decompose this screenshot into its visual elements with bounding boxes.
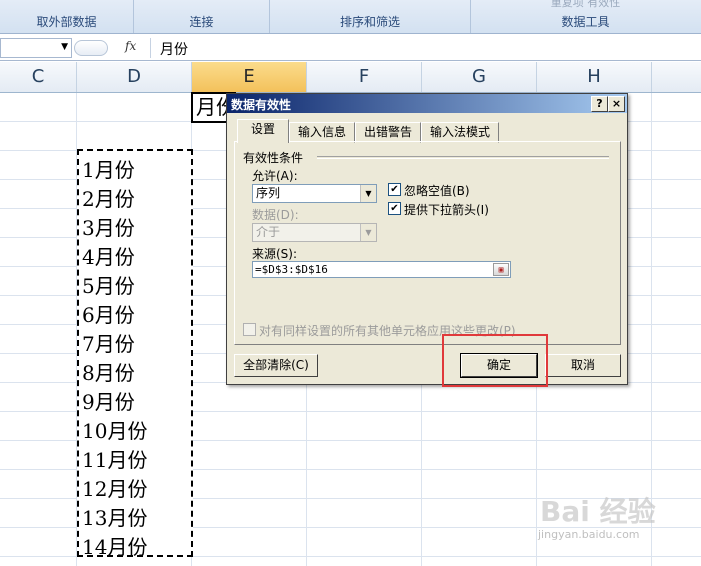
source-input[interactable]: =$D$3:$D$16 ▣ — [252, 261, 511, 278]
formula-bar-divider — [150, 38, 151, 58]
list-item[interactable]: 13月份 — [82, 502, 147, 531]
ribbon: 取外部数据 连接 排序和筛选 重复项 有效性 数据工具 — [0, 0, 701, 34]
list-item[interactable]: 14月份 — [82, 531, 147, 560]
dialog-title-bar[interactable]: 数据有效性 ? × — [227, 94, 627, 113]
copied-range[interactable]: 1月份 2月份 3月份 4月份 5月份 6月份 7月份 8月份 9月份 10月份… — [77, 149, 193, 560]
list-item[interactable]: 11月份 — [82, 444, 147, 473]
ribbon-group-data-tools[interactable]: 重复项 有效性 数据工具 — [471, 0, 700, 33]
ribbon-group-connections[interactable]: 连接 — [134, 0, 270, 33]
tab-ime-mode[interactable]: 输入法模式 — [421, 122, 499, 143]
ribbon-group-external-data[interactable]: 取外部数据 — [0, 0, 134, 33]
ignore-blank-checkbox[interactable]: ✔ — [388, 183, 401, 196]
source-input-value: =$D$3:$D$16 — [255, 263, 328, 276]
list-item[interactable]: 3月份 — [82, 212, 135, 241]
ribbon-faded-buttons: 重复项 有效性 — [550, 0, 621, 9]
list-item[interactable]: 12月份 — [82, 473, 147, 502]
allow-select[interactable]: 序列 ▼ — [252, 184, 377, 203]
allow-label: 允许(A): — [252, 169, 298, 183]
apply-all-checkbox — [243, 323, 256, 336]
allow-select-value: 序列 — [256, 186, 281, 200]
formula-bar: ▼ fx 月份 — [0, 36, 701, 61]
insert-function-icon[interactable]: fx — [125, 39, 136, 53]
column-header-e[interactable]: E — [192, 62, 307, 92]
tab-settings[interactable]: 设置 — [237, 119, 289, 143]
column-header-g[interactable]: G — [422, 62, 537, 92]
formula-bar-handle[interactable] — [74, 40, 108, 56]
list-item[interactable]: 9月份 — [82, 386, 135, 415]
source-label: 来源(S): — [252, 247, 298, 261]
help-button[interactable]: ? — [591, 96, 608, 112]
ribbon-group-label: 取外部数据 — [36, 15, 97, 29]
in-cell-dropdown-checkbox[interactable]: ✔ — [388, 202, 401, 215]
list-item[interactable]: 10月份 — [82, 415, 147, 444]
ribbon-group-label: 连接 — [189, 15, 214, 29]
validation-criteria-title: 有效性条件 — [243, 151, 304, 165]
list-item[interactable]: 5月份 — [82, 270, 135, 299]
annotation-highlight-box — [442, 334, 548, 387]
in-cell-dropdown-label[interactable]: 提供下拉箭头(I) — [404, 201, 489, 218]
data-label: 数据(D): — [252, 208, 299, 222]
list-item[interactable]: 4月份 — [82, 241, 135, 270]
list-item[interactable]: 1月份 — [82, 154, 135, 183]
data-select-value: 介于 — [256, 225, 281, 239]
tab-input-message[interactable]: 输入信息 — [289, 122, 355, 143]
column-header-f[interactable]: F — [307, 62, 422, 92]
collapse-dialog-icon[interactable]: ▣ — [493, 263, 509, 276]
close-button[interactable]: × — [608, 96, 625, 112]
column-headers: C D E F G H — [0, 62, 701, 93]
watermark-url: jingyan.baidu.com — [538, 528, 640, 541]
dialog-title: 数据有效性 — [231, 98, 292, 112]
list-item[interactable]: 8月份 — [82, 357, 135, 386]
list-item[interactable]: 2月份 — [82, 183, 135, 212]
name-box[interactable]: ▼ — [0, 38, 72, 58]
column-header-d[interactable]: D — [77, 62, 192, 92]
ribbon-group-label: 排序和筛选 — [339, 15, 400, 29]
data-validation-dialog: 数据有效性 ? × 设置 输入信息 出错警告 输入法模式 有效性条件 允许(A)… — [226, 93, 628, 385]
chevron-down-icon[interactable]: ▼ — [360, 185, 376, 202]
tab-error-alert[interactable]: 出错警告 — [355, 122, 421, 143]
ribbon-group-sort-filter[interactable]: 排序和筛选 — [270, 0, 471, 33]
column-header-h[interactable]: H — [537, 62, 652, 92]
chevron-down-icon[interactable]: ▼ — [61, 42, 68, 52]
ribbon-group-label: 数据工具 — [561, 15, 610, 29]
cancel-button[interactable]: 取消 — [545, 354, 621, 377]
column-header-c[interactable]: C — [0, 62, 77, 92]
list-item[interactable]: 6月份 — [82, 299, 135, 328]
data-select: 介于 ▼ — [252, 223, 377, 242]
list-item[interactable]: 7月份 — [82, 328, 135, 357]
clear-all-button[interactable]: 全部清除(C) — [234, 354, 318, 377]
chevron-down-icon: ▼ — [360, 224, 376, 241]
formula-input[interactable]: 月份 — [160, 39, 188, 59]
section-divider — [317, 156, 609, 159]
ignore-blank-label[interactable]: 忽略空值(B) — [404, 182, 470, 199]
watermark-logo: Bai 经验 — [540, 495, 656, 528]
